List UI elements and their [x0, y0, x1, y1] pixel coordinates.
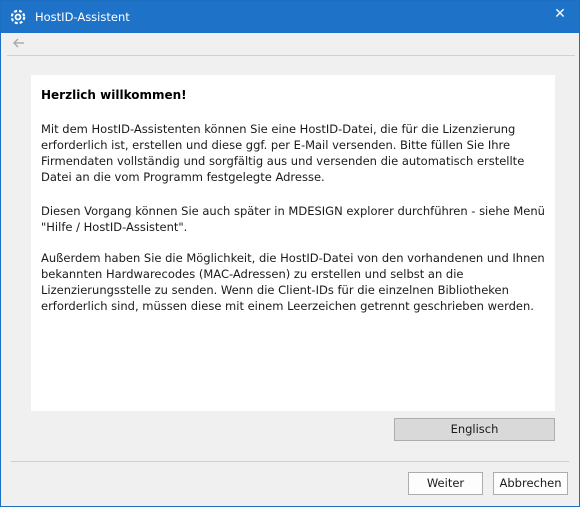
text-line: Firmendaten vollständig und sorgfältig a…	[41, 154, 525, 168]
text-line: Außerdem haben Sie die Möglichkeit, die …	[41, 251, 545, 265]
language-english-button[interactable]: Englisch	[394, 418, 555, 441]
text-line: Datei an die vom Programm festgelegte Ad…	[41, 170, 325, 184]
back-arrow-icon[interactable]	[11, 35, 27, 49]
text-line: erforderlich sind, müssen diese mit eine…	[41, 299, 534, 313]
intro-paragraph: Mit dem HostID-Assistenten können Sie ei…	[41, 121, 551, 185]
close-icon[interactable]: ✕	[541, 1, 579, 27]
hardware-codes-paragraph: Außerdem haben Sie die Möglichkeit, die …	[41, 250, 551, 314]
text-line: Diesen Vorgang können Sie auch später in…	[41, 204, 545, 218]
text-line: Mit dem HostID-Assistenten können Sie ei…	[41, 122, 516, 136]
hostid-assistant-window: HostID-Assistent ✕ Herzlich willkommen! …	[0, 0, 580, 507]
text-line: bekannten Hardwarecodes (MAC-Adressen) z…	[41, 267, 464, 281]
text-line: erforderlich ist, erstellen und diese gg…	[41, 138, 511, 152]
window-title: HostID-Assistent	[35, 10, 130, 24]
title-bar[interactable]: HostID-Assistent ✕	[1, 1, 579, 33]
later-paragraph: Diesen Vorgang können Sie auch später in…	[41, 203, 551, 235]
text-line: "Hilfe / HostID-Assistent".	[41, 220, 188, 234]
text-line: Lizenzierungsstelle zu senden. Wenn die …	[41, 283, 509, 297]
welcome-panel: Herzlich willkommen! Mit dem HostID-Assi…	[31, 75, 555, 411]
cancel-button[interactable]: Abbrechen	[493, 472, 568, 495]
nav-divider	[7, 55, 575, 56]
gear-icon	[10, 9, 26, 25]
footer-divider	[11, 461, 569, 462]
welcome-heading: Herzlich willkommen!	[41, 88, 187, 102]
navigation-bar	[1, 33, 579, 53]
next-button[interactable]: Weiter	[408, 472, 483, 495]
